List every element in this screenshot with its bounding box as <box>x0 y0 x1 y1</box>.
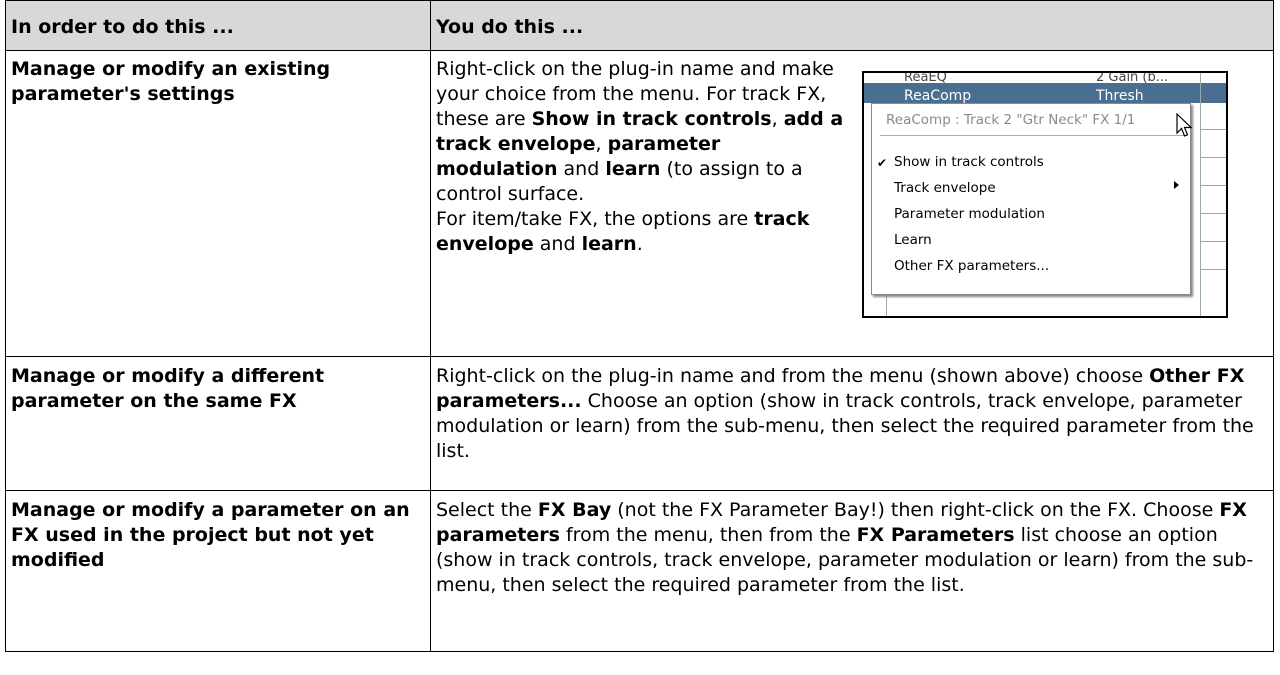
action-cell: Manage or modify a different parameter o… <box>5 356 431 491</box>
text-segment: For item/take FX, the options are <box>436 208 755 230</box>
menu-item-show-in-track-controls[interactable]: Show in track controls <box>894 150 1044 175</box>
bold-term: FX Parameters <box>856 524 1015 546</box>
bold-term: FX Bay <box>537 499 612 521</box>
text-segment: (not the FX Parameter Bay!) then right-c… <box>611 499 1220 521</box>
text-segment: and <box>533 233 582 255</box>
header-col-action: In order to do this ... <box>5 0 431 51</box>
menu-item-learn[interactable]: Learn <box>894 228 932 253</box>
text-segment: . <box>636 233 643 255</box>
table-row: Manage or modify a different parameter o… <box>5 356 1274 491</box>
table-header-row: In order to do this ... You do this ... <box>5 0 1274 51</box>
grid-line <box>1200 213 1226 214</box>
grid-line <box>1200 241 1226 242</box>
grid-line <box>1200 129 1226 130</box>
bold-term: learn <box>581 233 637 255</box>
text-segment: Right-click on the plug-in name and from… <box>436 365 1150 387</box>
instruction-cell: Right-click on the plug-in name and from… <box>430 356 1274 491</box>
grid-line <box>1200 73 1201 316</box>
mouse-cursor-icon <box>1176 113 1193 137</box>
text-segment: , <box>595 133 608 155</box>
submenu-arrow-icon <box>1174 181 1179 189</box>
menu-title: ReaComp : Track 2 "Gtr Neck" FX 1/1 <box>886 112 1136 128</box>
instruction-cell: Select the FX Bay (not the FX Parameter … <box>430 490 1274 652</box>
bold-term: learn <box>605 158 661 180</box>
instruction-text: Right-click on the plug-in name and make… <box>436 57 848 257</box>
table-row: Manage or modify a parameter on an FX us… <box>5 490 1274 652</box>
action-cell: Manage or modify a parameter on an FX us… <box>5 490 431 652</box>
grid-line <box>1200 157 1226 158</box>
bold-term: Show in track controls <box>531 108 772 130</box>
table-row: Manage or modify an existing parameter's… <box>5 50 1274 357</box>
action-cell: Manage or modify an existing parameter's… <box>5 50 431 357</box>
text-segment: and <box>557 158 606 180</box>
checkmark-icon: ✔ <box>877 156 888 170</box>
header-col-instructions: You do this ... <box>430 0 1274 51</box>
text-segment: , <box>771 108 784 130</box>
text-segment: from the menu, then from the <box>559 524 857 546</box>
fx-list-row: ReaEQ 2 Gain (b... <box>864 73 1226 85</box>
grid-line <box>1200 269 1226 270</box>
menu-item-other-fx-parameters[interactable]: Other FX parameters... <box>894 254 1049 279</box>
context-menu: ReaComp : Track 2 "Gtr Neck" FX 1/1 ✔ Sh… <box>871 103 1191 295</box>
menu-item-parameter-modulation[interactable]: Parameter modulation <box>894 202 1045 227</box>
grid-line <box>1200 185 1226 186</box>
selected-fx-row: ReaComp Thresh <box>864 83 1226 104</box>
instruction-table: In order to do this ... You do this ... … <box>5 0 1274 652</box>
menu-separator <box>880 135 1186 136</box>
context-menu-screenshot: ReaEQ 2 Gain (b... ReaComp Thresh ReaCom… <box>862 71 1228 318</box>
instruction-cell: Right-click on the plug-in name and make… <box>430 50 1274 357</box>
menu-item-track-envelope[interactable]: Track envelope <box>894 176 996 201</box>
text-segment: Select the <box>436 499 538 521</box>
